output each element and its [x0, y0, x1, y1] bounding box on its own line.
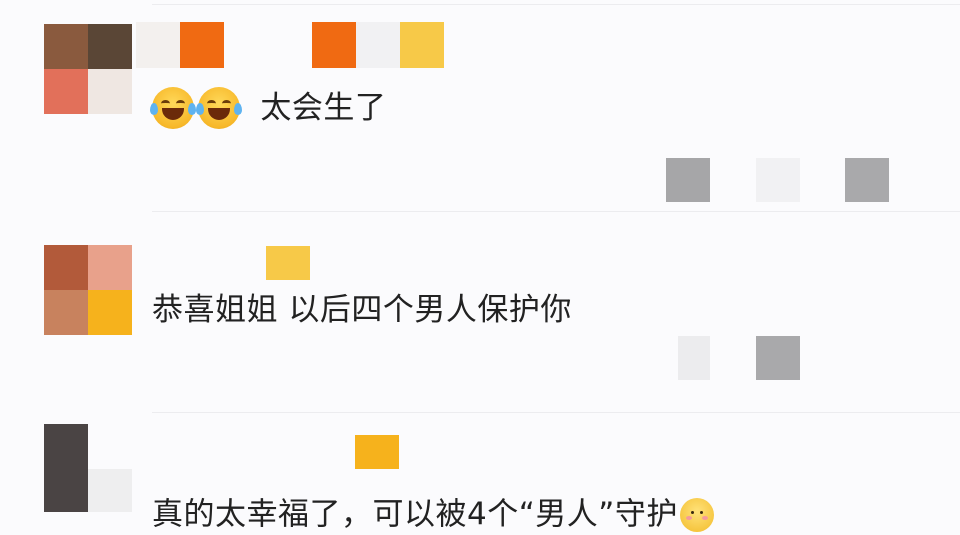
username-pixelated-2: [356, 22, 400, 68]
comment-body: 真的太幸福了，可以被4个“男人”守护: [152, 493, 714, 535]
share-icon[interactable]: [678, 336, 710, 380]
comment-text: 恭喜姐姐 以后四个男人保护你: [152, 292, 572, 328]
comment-2: 恭喜姐姐 以后四个男人保护你: [0, 212, 960, 412]
comment-text: 太会生了: [260, 89, 387, 126]
like-icon[interactable]: [756, 336, 800, 380]
avatar[interactable]: [44, 245, 132, 335]
comment-body: 太会生了: [150, 86, 387, 129]
medal-badge: [266, 246, 310, 280]
medal-badge: [400, 22, 444, 68]
avatar[interactable]: [44, 24, 132, 114]
vip-badge: [312, 22, 356, 68]
reply-icon[interactable]: [666, 158, 710, 202]
comment-body: 恭喜姐姐 以后四个男人保护你: [152, 290, 572, 330]
laughing-tears-emoji: [150, 86, 196, 129]
comment-3: 真的太幸福了，可以被4个“男人”守护: [0, 413, 960, 535]
username-pixelated[interactable]: [136, 22, 180, 68]
medal-badge: [355, 435, 399, 469]
shy-face-emoji: [679, 497, 714, 532]
comment-text: 真的太幸福了，可以被4个“男人”守护: [152, 496, 678, 533]
level-badge: [180, 22, 224, 68]
avatar[interactable]: [44, 424, 132, 514]
comment-1: 太会生了: [0, 0, 960, 210]
laughing-tears-emoji: [196, 86, 242, 129]
share-icon[interactable]: [756, 158, 800, 202]
like-icon[interactable]: [845, 158, 889, 202]
